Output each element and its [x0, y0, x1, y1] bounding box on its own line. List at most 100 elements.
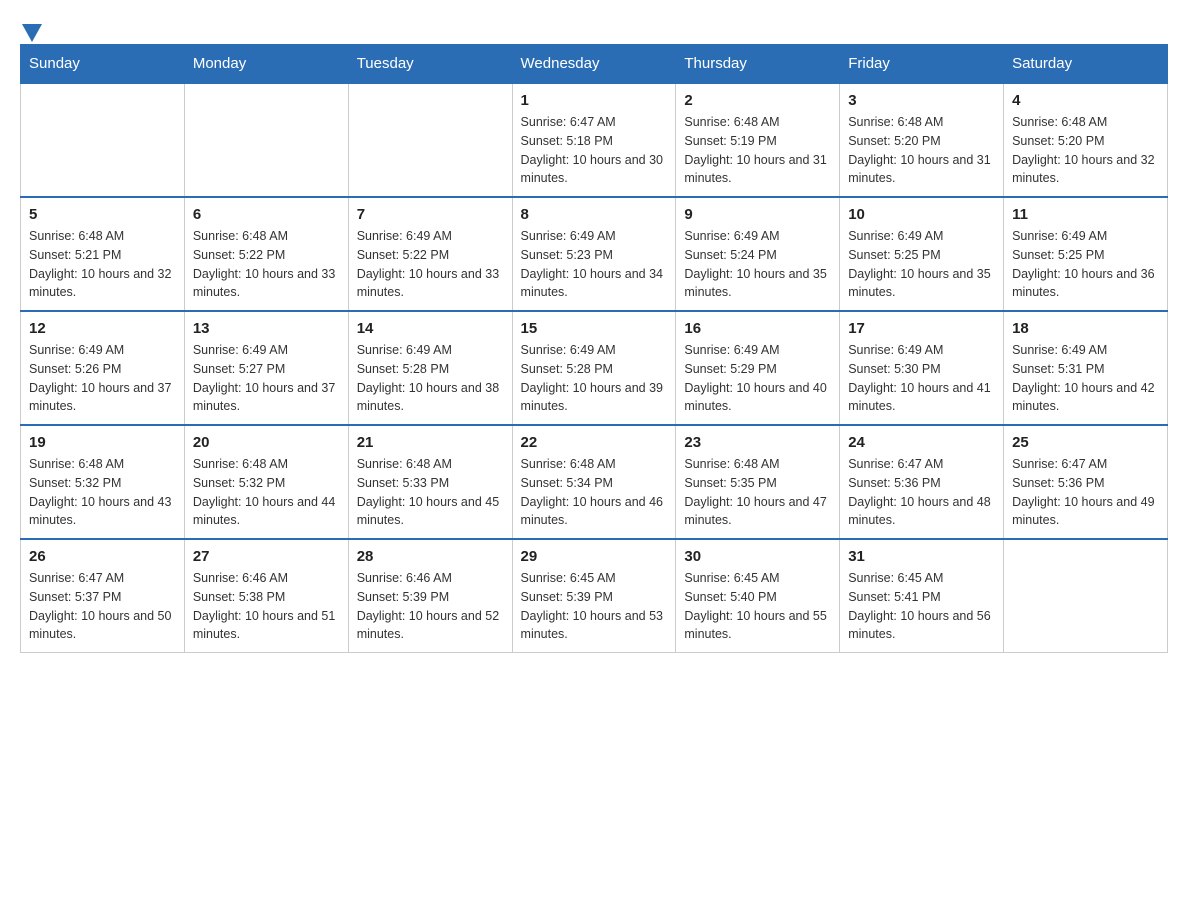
day-number: 5 — [29, 206, 176, 223]
logo-triangle-icon — [22, 24, 42, 42]
calendar-cell: 23 Sunrise: 6:48 AM Sunset: 5:35 PM Dayli… — [676, 425, 840, 539]
calendar-week-row: 26 Sunrise: 6:47 AM Sunset: 5:37 PM Dayli… — [21, 539, 1168, 653]
calendar-cell: 28 Sunrise: 6:46 AM Sunset: 5:39 PM Dayli… — [348, 539, 512, 653]
calendar-cell: 20 Sunrise: 6:48 AM Sunset: 5:32 PM Dayli… — [184, 425, 348, 539]
weekday-header-sunday: Sunday — [21, 45, 185, 84]
calendar-cell: 9 Sunrise: 6:49 AM Sunset: 5:24 PM Daylig… — [676, 197, 840, 311]
day-info: Sunrise: 6:48 AM Sunset: 5:32 PM Dayligh… — [193, 455, 340, 530]
day-number: 7 — [357, 206, 504, 223]
day-info: Sunrise: 6:46 AM Sunset: 5:38 PM Dayligh… — [193, 569, 340, 644]
day-number: 30 — [684, 548, 831, 565]
day-number: 22 — [521, 434, 668, 451]
day-number: 27 — [193, 548, 340, 565]
day-number: 15 — [521, 320, 668, 337]
day-number: 3 — [848, 92, 995, 109]
day-info: Sunrise: 6:48 AM Sunset: 5:35 PM Dayligh… — [684, 455, 831, 530]
day-info: Sunrise: 6:48 AM Sunset: 5:33 PM Dayligh… — [357, 455, 504, 530]
day-number: 26 — [29, 548, 176, 565]
day-number: 29 — [521, 548, 668, 565]
day-info: Sunrise: 6:47 AM Sunset: 5:18 PM Dayligh… — [521, 113, 668, 188]
calendar-cell: 2 Sunrise: 6:48 AM Sunset: 5:19 PM Daylig… — [676, 83, 840, 197]
calendar-cell — [1004, 539, 1168, 653]
calendar-cell: 6 Sunrise: 6:48 AM Sunset: 5:22 PM Daylig… — [184, 197, 348, 311]
day-number: 8 — [521, 206, 668, 223]
calendar-cell: 19 Sunrise: 6:48 AM Sunset: 5:32 PM Dayli… — [21, 425, 185, 539]
weekday-header-tuesday: Tuesday — [348, 45, 512, 84]
calendar-cell: 16 Sunrise: 6:49 AM Sunset: 5:29 PM Dayli… — [676, 311, 840, 425]
day-info: Sunrise: 6:49 AM Sunset: 5:25 PM Dayligh… — [1012, 227, 1159, 302]
day-number: 24 — [848, 434, 995, 451]
day-info: Sunrise: 6:48 AM Sunset: 5:32 PM Dayligh… — [29, 455, 176, 530]
day-info: Sunrise: 6:49 AM Sunset: 5:26 PM Dayligh… — [29, 341, 176, 416]
calendar-cell — [184, 83, 348, 197]
day-info: Sunrise: 6:49 AM Sunset: 5:24 PM Dayligh… — [684, 227, 831, 302]
day-number: 16 — [684, 320, 831, 337]
calendar-cell: 8 Sunrise: 6:49 AM Sunset: 5:23 PM Daylig… — [512, 197, 676, 311]
day-info: Sunrise: 6:45 AM Sunset: 5:39 PM Dayligh… — [521, 569, 668, 644]
calendar-week-row: 19 Sunrise: 6:48 AM Sunset: 5:32 PM Dayli… — [21, 425, 1168, 539]
day-number: 4 — [1012, 92, 1159, 109]
day-number: 20 — [193, 434, 340, 451]
day-number: 2 — [684, 92, 831, 109]
calendar-week-row: 1 Sunrise: 6:47 AM Sunset: 5:18 PM Daylig… — [21, 83, 1168, 197]
weekday-header-monday: Monday — [184, 45, 348, 84]
calendar-cell: 14Sunrise: 6:49 AM Sunset: 5:28 PM Dayli… — [348, 311, 512, 425]
logo — [20, 20, 44, 34]
day-info: Sunrise: 6:46 AM Sunset: 5:39 PM Dayligh… — [357, 569, 504, 644]
calendar-cell: 31Sunrise: 6:45 AM Sunset: 5:41 PM Dayli… — [840, 539, 1004, 653]
calendar-cell: 27 Sunrise: 6:46 AM Sunset: 5:38 PM Dayli… — [184, 539, 348, 653]
day-number: 1 — [521, 92, 668, 109]
calendar-cell: 3 Sunrise: 6:48 AM Sunset: 5:20 PM Daylig… — [840, 83, 1004, 197]
calendar-cell: 12Sunrise: 6:49 AM Sunset: 5:26 PM Dayli… — [21, 311, 185, 425]
day-info: Sunrise: 6:49 AM Sunset: 5:28 PM Dayligh… — [521, 341, 668, 416]
day-info: Sunrise: 6:47 AM Sunset: 5:36 PM Dayligh… — [848, 455, 995, 530]
day-number: 17 — [848, 320, 995, 337]
day-number: 23 — [684, 434, 831, 451]
weekday-header-thursday: Thursday — [676, 45, 840, 84]
day-info: Sunrise: 6:48 AM Sunset: 5:20 PM Dayligh… — [848, 113, 995, 188]
day-number: 10 — [848, 206, 995, 223]
day-info: Sunrise: 6:48 AM Sunset: 5:22 PM Dayligh… — [193, 227, 340, 302]
day-info: Sunrise: 6:47 AM Sunset: 5:37 PM Dayligh… — [29, 569, 176, 644]
day-number: 18 — [1012, 320, 1159, 337]
calendar-cell: 5 Sunrise: 6:48 AM Sunset: 5:21 PM Daylig… — [21, 197, 185, 311]
calendar-cell: 1 Sunrise: 6:47 AM Sunset: 5:18 PM Daylig… — [512, 83, 676, 197]
calendar-cell: 7Sunrise: 6:49 AM Sunset: 5:22 PM Daylig… — [348, 197, 512, 311]
day-info: Sunrise: 6:48 AM Sunset: 5:34 PM Dayligh… — [521, 455, 668, 530]
calendar-cell: 11Sunrise: 6:49 AM Sunset: 5:25 PM Dayli… — [1004, 197, 1168, 311]
calendar-cell — [348, 83, 512, 197]
day-info: Sunrise: 6:48 AM Sunset: 5:21 PM Dayligh… — [29, 227, 176, 302]
calendar-week-row: 12Sunrise: 6:49 AM Sunset: 5:26 PM Dayli… — [21, 311, 1168, 425]
day-number: 19 — [29, 434, 176, 451]
day-number: 25 — [1012, 434, 1159, 451]
weekday-header-row: SundayMondayTuesdayWednesdayThursdayFrid… — [21, 45, 1168, 84]
calendar-cell: 30 Sunrise: 6:45 AM Sunset: 5:40 PM Dayli… — [676, 539, 840, 653]
day-info: Sunrise: 6:45 AM Sunset: 5:40 PM Dayligh… — [684, 569, 831, 644]
day-number: 6 — [193, 206, 340, 223]
day-number: 28 — [357, 548, 504, 565]
page-header — [20, 20, 1168, 34]
calendar-cell: 29 Sunrise: 6:45 AM Sunset: 5:39 PM Dayli… — [512, 539, 676, 653]
calendar-cell — [21, 83, 185, 197]
day-number: 31 — [848, 548, 995, 565]
calendar-cell: 24 Sunrise: 6:47 AM Sunset: 5:36 PM Dayli… — [840, 425, 1004, 539]
calendar-cell: 22 Sunrise: 6:48 AM Sunset: 5:34 PM Dayli… — [512, 425, 676, 539]
calendar-week-row: 5 Sunrise: 6:48 AM Sunset: 5:21 PM Daylig… — [21, 197, 1168, 311]
day-number: 13 — [193, 320, 340, 337]
day-info: Sunrise: 6:49 AM Sunset: 5:23 PM Dayligh… — [521, 227, 668, 302]
calendar-cell: 21 Sunrise: 6:48 AM Sunset: 5:33 PM Dayli… — [348, 425, 512, 539]
day-number: 21 — [357, 434, 504, 451]
calendar-body: 1 Sunrise: 6:47 AM Sunset: 5:18 PM Daylig… — [21, 83, 1168, 653]
day-number: 9 — [684, 206, 831, 223]
calendar-cell: 15 Sunrise: 6:49 AM Sunset: 5:28 PM Dayli… — [512, 311, 676, 425]
day-info: Sunrise: 6:49 AM Sunset: 5:31 PM Dayligh… — [1012, 341, 1159, 416]
calendar-header: SundayMondayTuesdayWednesdayThursdayFrid… — [21, 45, 1168, 84]
weekday-header-wednesday: Wednesday — [512, 45, 676, 84]
day-info: Sunrise: 6:49 AM Sunset: 5:28 PM Dayligh… — [357, 341, 504, 416]
day-info: Sunrise: 6:49 AM Sunset: 5:29 PM Dayligh… — [684, 341, 831, 416]
calendar-cell: 25Sunrise: 6:47 AM Sunset: 5:36 PM Dayli… — [1004, 425, 1168, 539]
day-info: Sunrise: 6:48 AM Sunset: 5:19 PM Dayligh… — [684, 113, 831, 188]
calendar-cell: 17Sunrise: 6:49 AM Sunset: 5:30 PM Dayli… — [840, 311, 1004, 425]
calendar-cell: 10Sunrise: 6:49 AM Sunset: 5:25 PM Dayli… — [840, 197, 1004, 311]
calendar-cell: 26 Sunrise: 6:47 AM Sunset: 5:37 PM Dayli… — [21, 539, 185, 653]
